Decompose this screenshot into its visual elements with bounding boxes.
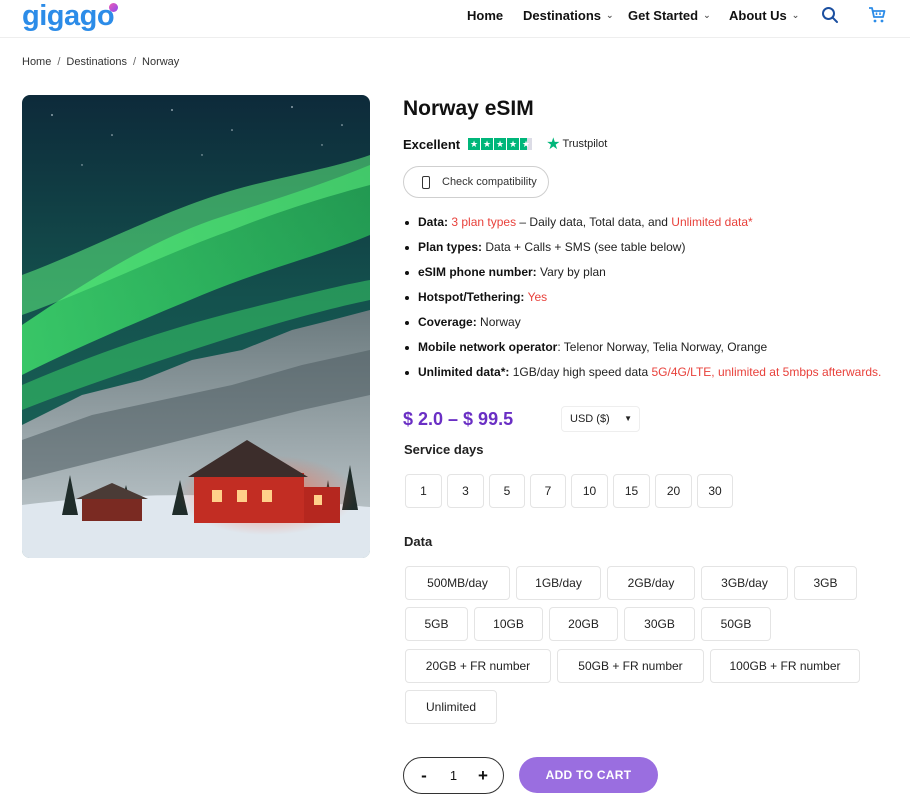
data-option[interactable]: 50GB bbox=[701, 607, 771, 641]
data-option[interactable]: 10GB bbox=[474, 607, 543, 641]
chevron-down-icon: ⌄ bbox=[791, 9, 800, 20]
price-range: $ 2.0 – $ 99.5 bbox=[403, 409, 514, 429]
nav-destinations[interactable]: Destinations ⌄ bbox=[523, 0, 614, 30]
star-icon: ★ bbox=[494, 138, 507, 150]
currency-value: USD ($) bbox=[570, 413, 610, 425]
breadcrumb-current: Norway bbox=[142, 56, 180, 68]
feature-unlimited: Unlimited data*: 1GB/day high speed data… bbox=[403, 364, 881, 389]
logo-dot-icon bbox=[109, 3, 119, 12]
feature-hotspot-value: Yes bbox=[527, 290, 548, 304]
feature-coverage: Coverage: Norway bbox=[403, 314, 881, 339]
feature-unlimited-value: 1GB/day high speed data bbox=[512, 365, 652, 379]
add-to-cart-button[interactable]: ADD TO CART bbox=[519, 757, 658, 793]
nav-about-us-label: About Us bbox=[729, 7, 787, 23]
search-icon[interactable] bbox=[821, 6, 839, 24]
feature-data-label: Data: bbox=[418, 215, 449, 229]
feature-plan-types: Plan types: Data + Calls + SMS (see tabl… bbox=[403, 239, 881, 264]
data-option[interactable]: 20GB + FR number bbox=[405, 649, 551, 683]
service-day-option[interactable]: 15 bbox=[613, 474, 650, 508]
breadcrumb-separator: / bbox=[57, 56, 61, 68]
data-option[interactable]: 50GB + FR number bbox=[557, 649, 704, 683]
feature-plan-types-value: Data + Calls + SMS (see table below) bbox=[485, 240, 686, 254]
feature-operator-label: Mobile network operator bbox=[418, 340, 558, 354]
half-star-icon: ★ bbox=[520, 138, 533, 150]
quantity-increase-button[interactable]: + bbox=[475, 766, 491, 786]
feature-hotspot-label: Hotspot/Tethering: bbox=[418, 290, 525, 304]
product-image bbox=[22, 95, 370, 558]
nav-about-us[interactable]: About Us ⌄ bbox=[729, 0, 799, 30]
feature-list: Data: 3 plan types – Daily data, Total d… bbox=[403, 214, 881, 389]
service-day-option[interactable]: 3 bbox=[447, 474, 484, 508]
feature-operator: Mobile network operator: Telenor Norway,… bbox=[403, 339, 881, 364]
check-compatibility-label: Check compatibility bbox=[442, 176, 537, 188]
nav-get-started[interactable]: Get Started ⌄ bbox=[628, 0, 711, 30]
quantity-value[interactable]: 1 bbox=[450, 768, 457, 783]
cart-icon[interactable] bbox=[868, 6, 886, 24]
nav-get-started-label: Get Started bbox=[628, 7, 699, 23]
trustpilot-label: Trustpilot bbox=[562, 138, 608, 150]
feature-data: Data: 3 plan types – Daily data, Total d… bbox=[403, 214, 881, 239]
service-day-option[interactable]: 10 bbox=[571, 474, 608, 508]
quantity-stepper: - 1 + bbox=[403, 757, 504, 794]
service-day-option[interactable]: 5 bbox=[489, 474, 525, 508]
service-day-option[interactable]: 20 bbox=[655, 474, 692, 508]
breadcrumb: Home / Destinations / Norway bbox=[22, 56, 179, 68]
chevron-down-icon: ⌄ bbox=[606, 9, 614, 20]
data-option[interactable]: 1GB/day bbox=[516, 566, 601, 600]
data-option[interactable]: 5GB bbox=[405, 607, 468, 641]
phone-icon bbox=[422, 175, 430, 189]
feature-hotspot: Hotspot/Tethering: Yes bbox=[403, 289, 881, 314]
feature-unlimited-red: 5G/4G/LTE, unlimited at 5mbps afterwards… bbox=[651, 365, 882, 379]
trustpilot-star-icon: ★ bbox=[546, 136, 561, 153]
nav-home-label: Home bbox=[467, 7, 504, 23]
feature-coverage-value: Norway bbox=[480, 315, 521, 329]
caret-down-icon: ▼ bbox=[624, 414, 632, 423]
aurora-cabin-illustration bbox=[22, 95, 370, 558]
gigago-logo[interactable]: gigago bbox=[22, 0, 119, 32]
star-icon: ★ bbox=[507, 138, 520, 150]
chevron-down-icon: ⌄ bbox=[703, 9, 711, 20]
breadcrumb-separator: / bbox=[132, 56, 137, 68]
star-icon: ★ bbox=[481, 138, 494, 150]
quantity-decrease-button[interactable]: - bbox=[416, 766, 432, 786]
feature-esim-number-value: Vary by plan bbox=[540, 265, 606, 279]
feature-operator-value: : Telenor Norway, Telia Norway, Orange bbox=[557, 340, 768, 354]
feature-esim-number: eSIM phone number: Vary by plan bbox=[403, 264, 881, 289]
data-option[interactable]: 500MB/day bbox=[405, 566, 510, 600]
data-label: Data bbox=[404, 534, 433, 549]
data-option[interactable]: 3GB/day bbox=[701, 566, 788, 600]
data-option[interactable]: 2GB/day bbox=[607, 566, 695, 600]
logo-text: gigago bbox=[22, 0, 115, 32]
feature-esim-number-label: eSIM phone number: bbox=[418, 265, 537, 279]
currency-select[interactable]: USD ($) ▼ bbox=[561, 406, 640, 432]
service-day-option[interactable]: 1 bbox=[405, 474, 442, 508]
rating-stars: ★ ★ ★ ★ ★ bbox=[468, 138, 533, 150]
site-header: gigago Home Destinations ⌄ Get Started ⌄… bbox=[0, 0, 910, 38]
data-option[interactable]: 100GB + FR number bbox=[710, 649, 860, 683]
feature-coverage-label: Coverage: bbox=[418, 315, 477, 329]
star-icon: ★ bbox=[468, 138, 481, 150]
check-compatibility-button[interactable]: Check compatibility bbox=[403, 166, 549, 198]
trustpilot-logo: ★ Trustpilot bbox=[546, 134, 607, 154]
trustpilot-rating[interactable]: Excellent ★ ★ ★ ★ ★ ★ Trustpilot bbox=[403, 134, 607, 154]
data-option[interactable]: 3GB bbox=[794, 566, 857, 600]
feature-data-text: – Daily data, Total data, and bbox=[516, 215, 672, 229]
feature-unlimited-colon: : bbox=[505, 365, 510, 379]
service-day-option[interactable]: 7 bbox=[530, 474, 566, 508]
data-option[interactable]: 20GB bbox=[549, 607, 618, 641]
feature-data-plan-types[interactable]: 3 plan types bbox=[451, 215, 516, 229]
nav-destinations-label: Destinations bbox=[523, 7, 602, 23]
data-option[interactable]: 30GB bbox=[624, 607, 695, 641]
feature-plan-types-label: Plan types: bbox=[418, 240, 483, 254]
breadcrumb-destinations[interactable]: Destinations bbox=[66, 56, 127, 68]
service-day-option[interactable]: 30 bbox=[697, 474, 733, 508]
feature-unlimited-label: Unlimited data bbox=[418, 365, 501, 379]
service-days-label: Service days bbox=[404, 442, 484, 457]
data-option[interactable]: Unlimited bbox=[405, 690, 497, 724]
rating-word: Excellent bbox=[403, 136, 461, 152]
breadcrumb-home[interactable]: Home bbox=[22, 56, 51, 68]
feature-data-unlimited[interactable]: Unlimited data* bbox=[671, 215, 752, 229]
product-title: Norway eSIM bbox=[403, 97, 534, 120]
nav-home[interactable]: Home bbox=[467, 0, 503, 30]
